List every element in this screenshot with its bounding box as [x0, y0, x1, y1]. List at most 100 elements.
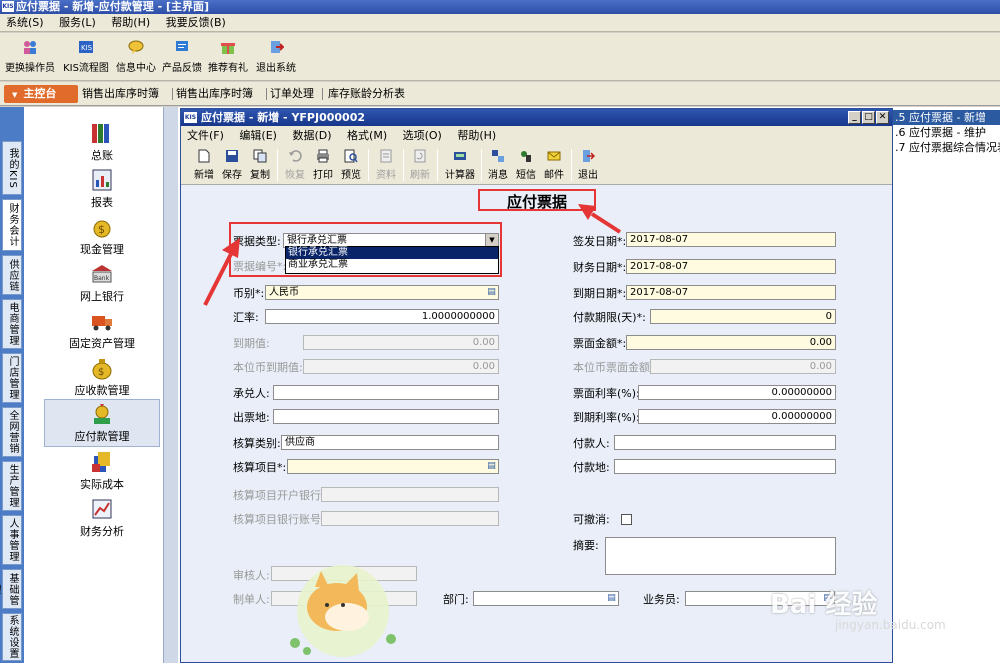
acceptor-field[interactable]: [273, 385, 499, 400]
refresh-label: 刷新: [410, 170, 430, 181]
vtab-ecommerce[interactable]: 电商管理: [2, 299, 22, 349]
menu-help[interactable]: 帮助(H): [451, 126, 502, 145]
func-payables[interactable]: 应付款管理: [44, 399, 160, 447]
issue-place-field[interactable]: [273, 409, 499, 424]
func-online-bank[interactable]: Bank 网上银行: [44, 260, 160, 308]
product-feedback-button[interactable]: 产品反馈: [160, 37, 204, 77]
email-button[interactable]: 邮件: [541, 147, 567, 183]
cost-icon: [92, 452, 110, 472]
exit-icon: [583, 150, 595, 162]
func-actual-cost[interactable]: 实际成本: [44, 448, 160, 496]
menu-edit[interactable]: 编辑(E): [233, 126, 283, 145]
info-center-button[interactable]: 信息中心: [114, 37, 158, 77]
tab-inventory-aging[interactable]: 库存账龄分析表: [328, 87, 405, 101]
menu-system[interactable]: 系统(S): [0, 14, 50, 32]
pay-place-field[interactable]: [614, 459, 836, 474]
exit-system-button[interactable]: 退出系统: [254, 37, 298, 77]
payer-label: 付款人:: [573, 437, 610, 450]
currency-field[interactable]: 人民币 ▤: [265, 285, 499, 300]
rate-field[interactable]: 1.0000000000: [265, 309, 499, 324]
func-fixed-assets[interactable]: 固定资产管理: [44, 307, 160, 355]
recent-item[interactable]: .5 应付票据 - 新增: [893, 110, 1000, 125]
due-date-field[interactable]: 2017-08-07: [626, 285, 836, 300]
data-button[interactable]: 资料: [373, 147, 399, 183]
preview-button[interactable]: 预览: [338, 147, 364, 183]
close-icon[interactable]: ✕: [876, 111, 889, 124]
workspace-edge: [164, 107, 178, 663]
func-financial-analysis[interactable]: 财务分析: [44, 495, 160, 543]
dept-field[interactable]: ▤: [473, 591, 619, 606]
vtab-production[interactable]: 生产管理: [2, 461, 22, 511]
term-field[interactable]: 0: [650, 309, 836, 324]
vtab-store[interactable]: 门店管理: [2, 353, 22, 403]
salesman-label: 业务员:: [643, 593, 680, 606]
maximize-icon[interactable]: □: [862, 111, 875, 124]
account-type-field[interactable]: 供应商: [281, 435, 499, 450]
revocable-checkbox[interactable]: [621, 514, 632, 525]
vtab-marketing[interactable]: 全网营销: [2, 407, 22, 457]
func-cash[interactable]: $ 现金管理: [44, 213, 160, 261]
menu-file[interactable]: 文件(F): [181, 126, 230, 145]
kis-flowchart-button[interactable]: KIS KIS流程图: [60, 37, 112, 77]
sms-icon: [521, 151, 531, 162]
restore-button[interactable]: 恢复: [282, 147, 308, 183]
lookup-icon[interactable]: ▤: [486, 461, 497, 472]
refresh-button[interactable]: 刷新: [407, 147, 433, 183]
main-console-tab[interactable]: 主控台: [4, 85, 78, 103]
preview-icon: [344, 149, 358, 163]
vtab-system[interactable]: 系统设置: [2, 613, 22, 661]
save-button[interactable]: 保存: [219, 147, 245, 183]
fin-date-field[interactable]: 2017-08-07: [626, 259, 836, 274]
func-receivables[interactable]: $ 应收款管理: [44, 354, 160, 402]
chat-bubble-icon: [128, 40, 144, 54]
menu-feedback[interactable]: 我要反馈(B): [160, 14, 232, 32]
func-label: 固定资产管理: [69, 337, 135, 350]
sms-button[interactable]: 短信: [513, 147, 539, 183]
vtab-finance[interactable]: 财务会计: [2, 199, 22, 251]
message-button[interactable]: 消息: [485, 147, 511, 183]
tab-separator: [322, 88, 323, 100]
report-icon: [92, 169, 112, 191]
account-item-field[interactable]: ▤: [287, 459, 499, 474]
menu-data[interactable]: 数据(D): [286, 126, 337, 145]
email-label: 邮件: [544, 170, 564, 181]
local-face-field: 0.00: [650, 359, 836, 374]
vtab-hr[interactable]: 人事管理: [2, 515, 22, 565]
minimize-icon[interactable]: _: [848, 111, 861, 124]
change-operator-button[interactable]: 更换操作员: [4, 37, 56, 77]
menu-service[interactable]: 服务(L): [53, 14, 102, 32]
copy-button[interactable]: 复制: [247, 147, 273, 183]
recent-item[interactable]: .6 应付票据 - 维护: [893, 125, 1000, 140]
new-button[interactable]: 新增: [191, 147, 217, 183]
recent-item[interactable]: .7 应付票据综合情况表: [893, 140, 1000, 155]
lookup-icon[interactable]: ▤: [486, 287, 497, 298]
payer-field[interactable]: [614, 435, 836, 450]
face-amount-field[interactable]: 0.00: [626, 335, 836, 350]
summary-textarea[interactable]: [605, 537, 836, 575]
face-rate-field[interactable]: 0.00000000: [638, 385, 836, 400]
issue-date-field[interactable]: 2017-08-07: [626, 232, 836, 247]
func-general-ledger[interactable]: 总账: [44, 119, 160, 167]
menu-help[interactable]: 帮助(H): [105, 14, 156, 32]
recommend-button[interactable]: 推荐有礼: [206, 37, 250, 77]
func-label: 报表: [91, 196, 113, 209]
feedback-icon: [176, 41, 188, 51]
due-rate-field[interactable]: 0.00000000: [638, 409, 836, 424]
save-icon: [226, 150, 238, 162]
rate-label: 汇率:: [233, 311, 259, 324]
tab-sales-outbound-1[interactable]: 销售出库序时簿: [82, 87, 159, 101]
menu-format[interactable]: 格式(M): [341, 126, 393, 145]
lookup-icon[interactable]: ▤: [606, 593, 617, 604]
exit-button[interactable]: 退出: [575, 147, 601, 183]
menu-options[interactable]: 选项(O): [397, 126, 448, 145]
preview-label: 预览: [341, 170, 361, 181]
tab-sales-outbound-2[interactable]: 销售出库序时簿: [176, 87, 253, 101]
tab-order-processing[interactable]: 订单处理: [270, 87, 314, 101]
vtab-basic[interactable]: 基础管理: [2, 569, 22, 609]
print-button[interactable]: 打印: [310, 147, 336, 183]
analysis-icon: [92, 499, 112, 519]
vtab-supply-chain[interactable]: 供应链: [2, 255, 22, 295]
calculator-button[interactable]: 计算器: [443, 147, 477, 183]
vtab-my-kis[interactable]: 我的KIS: [2, 141, 22, 195]
func-report[interactable]: 报表: [44, 166, 160, 214]
